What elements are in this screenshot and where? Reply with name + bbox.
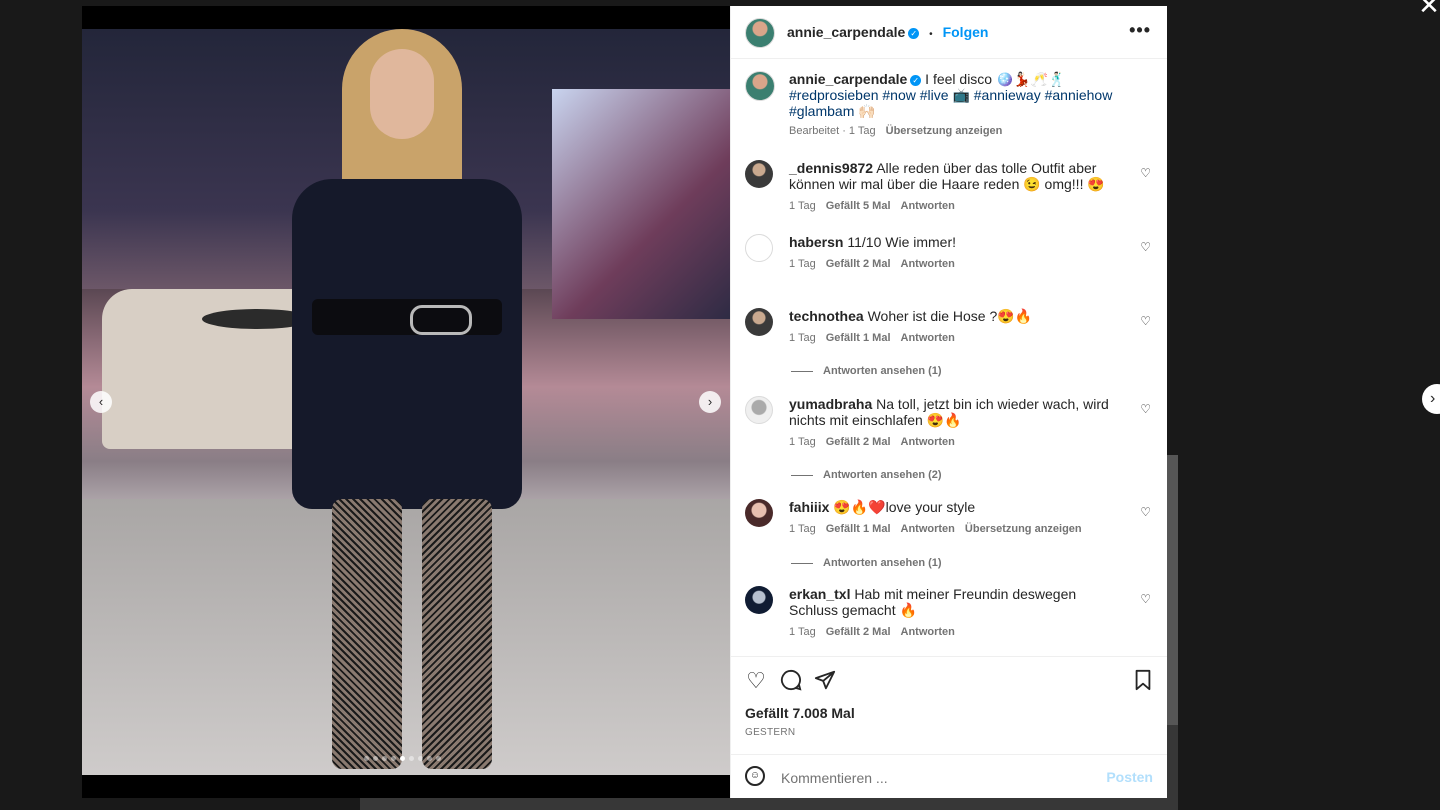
reply-button[interactable]: Antworten [901,521,955,537]
carousel-dot [418,756,423,761]
commenter-avatar[interactable] [745,308,773,336]
heart-icon[interactable]: ♡ [1140,166,1151,180]
carousel-dot [364,756,369,761]
comment-likes[interactable]: Gefällt 1 Mal [826,521,891,537]
carousel-dot [427,756,432,761]
comment-username[interactable]: fahiiix [789,499,829,515]
caption-text: I feel disco 🪩💃🏻🥂🕺🏻 [925,71,1066,87]
follow-button[interactable]: Folgen [943,24,989,40]
comment-likes[interactable]: Gefällt 1 Mal [826,330,891,346]
caption-hashtags[interactable]: #redprosieben #now #live 📺 #annieway #an… [789,87,1112,119]
view-replies-button[interactable]: Antworten ansehen (1) [791,557,942,569]
verified-icon: ✓ [910,75,922,86]
commenter-avatar[interactable] [745,586,773,614]
comment-text: Woher ist die Hose ?😍🔥 [867,308,1033,324]
comment-text: 😍🔥❤️love your style [833,499,976,515]
reply-button[interactable]: Antworten [901,624,955,640]
heart-icon[interactable]: ♡ [1140,402,1151,416]
reply-button[interactable]: Antworten [901,330,955,346]
carousel-dots [364,756,441,761]
author-avatar[interactable] [745,18,775,48]
translate-link[interactable]: Übersetzung anzeigen [965,521,1082,537]
comment-likes[interactable]: Gefällt 5 Mal [826,198,891,214]
likes-count[interactable]: Gefällt 7.008 Mal [745,705,855,721]
comment-time[interactable]: 1 Tag [789,256,816,272]
caption-username[interactable]: annie_carpendale [789,71,907,87]
heart-icon[interactable]: ♡ [744,669,768,693]
carousel-next-button[interactable]: › [699,391,721,413]
post-photo [82,29,730,775]
bookmark-icon[interactable] [1131,669,1155,693]
comment-input[interactable] [779,765,1093,791]
verified-icon: ✓ [908,28,920,39]
comment-username[interactable]: technothea [789,308,864,324]
view-replies-button[interactable]: Antworten ansehen (2) [791,469,942,481]
close-icon[interactable]: ✕ [1418,0,1440,18]
comment-text: 11/10 Wie immer! [847,234,957,250]
translate-link[interactable]: Übersetzung anzeigen [886,123,1003,139]
emoji-icon[interactable]: ☺ [745,766,765,786]
post-modal: ‹ › annie_carpendale ✓ • Folgen ••• annie… [82,6,1167,798]
reply-button[interactable]: Antworten [901,198,955,214]
comment-time[interactable]: 1 Tag [789,434,816,450]
reply-button[interactable]: Antworten [901,256,955,272]
carousel-dot [373,756,378,761]
author-username[interactable]: annie_carpendale [787,24,905,40]
comment-time[interactable]: 1 Tag [789,330,816,346]
heart-icon[interactable]: ♡ [1140,240,1151,254]
carousel-dot [391,756,396,761]
comments-list[interactable]: annie_carpendale ✓ I feel disco 🪩💃🏻🥂🕺🏻 #r… [731,59,1167,656]
carousel-dot [400,756,405,761]
carousel-prev-button[interactable]: ‹ [90,391,112,413]
author-avatar[interactable] [745,71,775,101]
post-header: annie_carpendale ✓ • Folgen ••• [731,6,1167,59]
share-icon[interactable] [813,669,837,693]
post-sidebar: annie_carpendale ✓ • Folgen ••• annie_car… [730,6,1167,798]
carousel-dot [382,756,387,761]
comment-composer: ☺ Posten [731,754,1167,799]
commenter-avatar[interactable] [745,234,773,262]
post-comment-button[interactable]: Posten [1106,769,1153,785]
post-media: ‹ › [82,6,730,798]
more-options-icon[interactable]: ••• [1129,20,1151,41]
comment-username[interactable]: _dennis9872 [789,160,873,176]
separator: • [929,29,933,40]
commenter-avatar[interactable] [745,396,773,424]
comment-icon[interactable] [779,669,803,693]
comment-time[interactable]: 1 Tag [789,521,816,537]
post-actions: ♡ Gefällt 7.008 Mal GESTERN [731,656,1167,755]
heart-icon[interactable]: ♡ [1140,314,1151,328]
post-date: GESTERN [745,727,796,738]
comment-likes[interactable]: Gefällt 2 Mal [826,624,891,640]
carousel-dot [409,756,414,761]
comment-likes[interactable]: Gefällt 2 Mal [826,256,891,272]
heart-icon[interactable]: ♡ [1140,505,1151,519]
commenter-avatar[interactable] [745,499,773,527]
comment-time[interactable]: 1 Tag [789,624,816,640]
comment-username[interactable]: erkan_txl [789,586,850,602]
reply-button[interactable]: Antworten [901,434,955,450]
comment-likes[interactable]: Gefällt 2 Mal [826,434,891,450]
commenter-avatar[interactable] [745,160,773,188]
comment-time[interactable]: 1 Tag [789,198,816,214]
carousel-dot [436,756,441,761]
view-replies-button[interactable]: Antworten ansehen (1) [791,365,942,377]
comment-username[interactable]: yumadbraha [789,396,872,412]
heart-icon[interactable]: ♡ [1140,592,1151,606]
comment-username[interactable]: habersn [789,234,843,250]
photo-subject [272,29,552,775]
caption-edited: Bearbeitet · 1 Tag [789,125,876,137]
